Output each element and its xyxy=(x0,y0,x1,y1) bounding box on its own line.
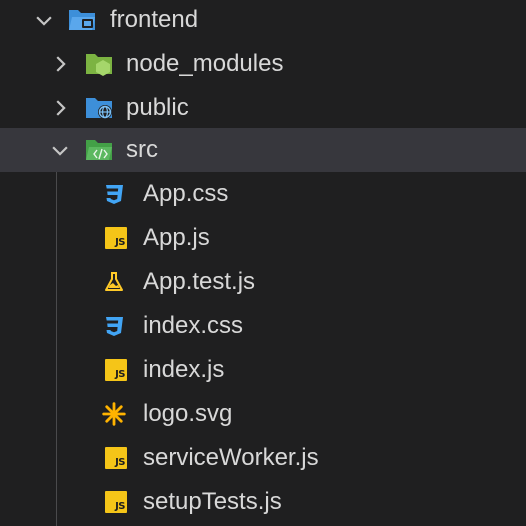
tree-label-public: public xyxy=(126,94,189,121)
css-file-icon xyxy=(99,180,129,208)
tree-row-file[interactable]: JS setupTests.js xyxy=(0,480,526,524)
tree-row-file[interactable]: index.css xyxy=(0,304,526,348)
js-badge-text: JS xyxy=(115,457,125,468)
tree-row-frontend[interactable]: frontend xyxy=(0,0,526,42)
node-folder-icon xyxy=(84,50,114,78)
chevron-down-icon[interactable] xyxy=(48,138,72,162)
folder-open-icon xyxy=(67,6,97,34)
tree-row-file[interactable]: JS serviceWorker.js xyxy=(0,436,526,480)
js-file-icon: JS xyxy=(101,488,131,516)
tree-row-file[interactable]: JS App.js xyxy=(0,216,526,260)
js-file-icon: JS xyxy=(101,356,131,384)
tree-label-file: index.css xyxy=(143,312,244,339)
tree-label-file: App.js xyxy=(143,224,210,251)
js-file-icon: JS xyxy=(101,224,131,252)
tree-label-file: setupTests.js xyxy=(143,488,282,515)
tree-row-src[interactable]: src xyxy=(0,128,526,172)
src-folder-icon xyxy=(84,136,114,164)
tree-row-file[interactable]: App.test.js xyxy=(0,260,526,304)
tree-label-file: serviceWorker.js xyxy=(143,444,319,471)
tree-label-frontend: frontend xyxy=(110,6,199,33)
test-file-icon xyxy=(99,268,129,296)
svg-file-icon xyxy=(99,400,129,428)
chevron-down-icon[interactable] xyxy=(32,8,56,32)
tree-label-src: src xyxy=(126,136,158,163)
js-badge-text: JS xyxy=(115,237,125,248)
js-badge-text: JS xyxy=(115,369,125,380)
chevron-right-icon[interactable] xyxy=(48,96,72,120)
chevron-right-icon[interactable] xyxy=(48,52,72,76)
tree-label-file: App.test.js xyxy=(143,268,256,295)
tree-row-public[interactable]: public xyxy=(0,86,526,130)
tree-row-file[interactable]: JS index.js xyxy=(0,348,526,392)
js-badge-text: JS xyxy=(115,501,125,512)
tree-label-node-modules: node_modules xyxy=(126,50,284,77)
tree-row-node-modules[interactable]: node_modules xyxy=(0,42,526,86)
tree-label-file: logo.svg xyxy=(143,400,233,427)
tree-label-file: App.css xyxy=(143,180,229,207)
css-file-icon xyxy=(99,312,129,340)
tree-row-file[interactable]: logo.svg xyxy=(0,392,526,436)
public-folder-icon xyxy=(84,94,114,122)
tree-label-file: index.js xyxy=(143,356,225,383)
js-file-icon: JS xyxy=(101,444,131,472)
tree-row-file[interactable]: App.css xyxy=(0,172,526,216)
